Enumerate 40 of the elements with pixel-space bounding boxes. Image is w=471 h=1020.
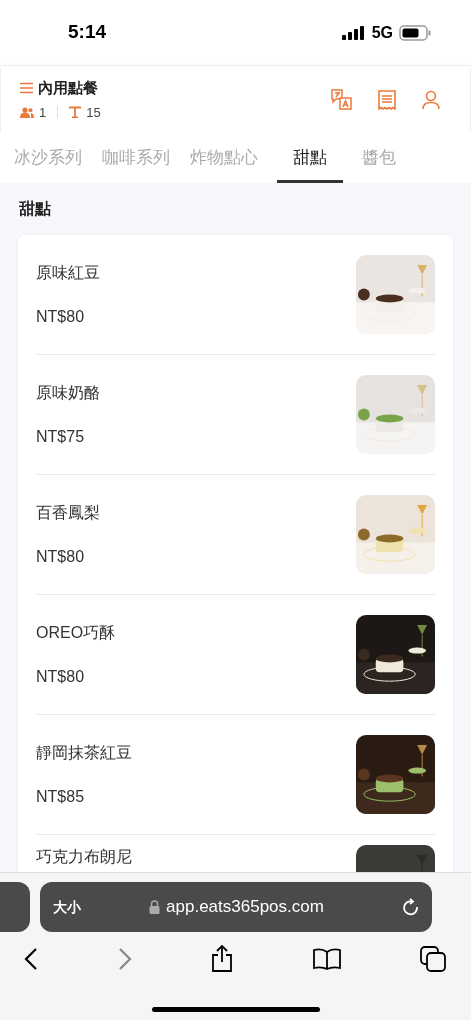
- category-tab[interactable]: 甜點: [277, 133, 343, 183]
- category-tab[interactable]: 醬包: [361, 133, 397, 183]
- item-price: NT$80: [36, 546, 86, 567]
- item-name: OREO巧酥: [36, 622, 116, 643]
- forward-icon[interactable]: [117, 947, 132, 970]
- battery-icon: [399, 24, 431, 41]
- back-icon[interactable]: [24, 947, 38, 970]
- user-icon[interactable]: [422, 89, 440, 110]
- menu-icon[interactable]: [20, 82, 33, 95]
- receipt-icon[interactable]: [378, 89, 396, 110]
- header-title: 內用點餐: [38, 78, 98, 98]
- item-name: 百香鳳梨: [36, 502, 100, 523]
- text-size-button[interactable]: 大小: [53, 896, 81, 918]
- item-name: 原味奶酪: [36, 382, 100, 403]
- item-price: NT$85: [36, 786, 86, 807]
- guests-icon: [20, 106, 34, 118]
- item-price: NT$80: [36, 666, 86, 687]
- bookmarks-icon[interactable]: [312, 947, 341, 970]
- item-price: NT$80: [36, 306, 86, 327]
- section-title: 甜點: [18, 199, 52, 219]
- category-tab[interactable]: 冰沙系列: [13, 133, 83, 183]
- tabs-icon[interactable]: [420, 945, 446, 972]
- guest-count: 1: [39, 103, 47, 122]
- translate-icon[interactable]: [331, 89, 352, 110]
- item-name: 靜岡抹茶紅豆: [36, 742, 132, 763]
- signal-icon: [341, 25, 366, 40]
- item-name: 原味紅豆: [36, 262, 100, 283]
- lock-icon: [149, 900, 161, 914]
- network-label: 5G: [371, 22, 393, 43]
- url-text: app.eats365pos.com: [166, 896, 324, 919]
- table-icon: [69, 106, 82, 119]
- category-tab[interactable]: 炸物點心: [189, 133, 259, 183]
- address-bar[interactable]: 大小 app.eats365pos.com: [40, 882, 432, 932]
- item-name: 巧克力布朗尼: [36, 847, 132, 867]
- share-icon[interactable]: [211, 945, 233, 972]
- reload-icon[interactable]: [402, 898, 419, 916]
- item-price: NT$75: [36, 426, 86, 447]
- table-number: 15: [86, 103, 101, 122]
- status-time: 5:14: [68, 20, 107, 45]
- category-tab[interactable]: 咖啡系列: [101, 133, 171, 183]
